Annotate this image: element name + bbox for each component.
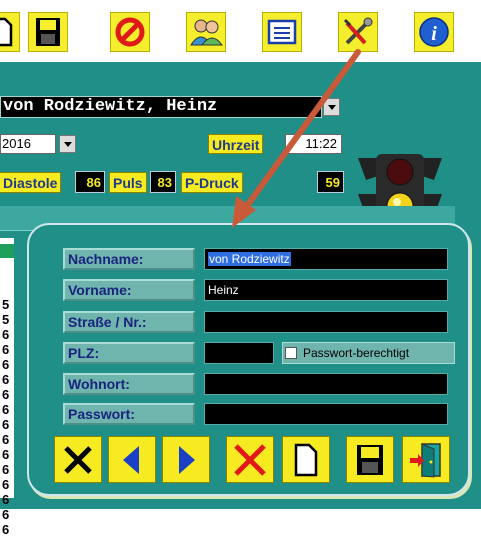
info-toolbar-button[interactable]: i: [414, 12, 454, 52]
list-row-digit: 6: [2, 357, 10, 372]
patients-toolbar-button[interactable]: [186, 12, 226, 52]
diastole-label: Diastole: [0, 172, 62, 193]
zip-label: PLZ:: [63, 342, 195, 364]
main-toolbar: i: [0, 0, 481, 62]
selection-bar: [0, 244, 14, 258]
zip-input[interactable]: [204, 342, 274, 364]
lastname-input-value: von Rodziewitz: [208, 252, 291, 266]
delete-icon: [234, 443, 266, 476]
patient-edit-dialog: Nachname: von Rodziewitz Vorname: Heinz Stra…: [27, 223, 470, 496]
cancel-toolbar-button[interactable]: [110, 12, 150, 52]
firstname-input[interactable]: Heinz: [204, 279, 448, 301]
list-row-digit: 6: [2, 462, 10, 477]
next-record-button[interactable]: [162, 436, 210, 483]
lastname-label: Nachname:: [63, 248, 195, 270]
document-icon: [0, 17, 13, 47]
firstname-label: Vorname:: [63, 279, 195, 301]
password-authorized-label: Passwort-berechtigt: [303, 346, 410, 360]
list-row-digit: 5: [2, 297, 10, 312]
list-row-digit: 6: [2, 417, 10, 432]
city-label: Wohnort:: [63, 373, 195, 395]
street-label: Straße / Nr.:: [63, 311, 195, 333]
delete-record-button[interactable]: [226, 436, 274, 483]
street-input[interactable]: [204, 311, 448, 333]
svg-text:i: i: [431, 23, 437, 45]
form-toolbar-button[interactable]: [262, 12, 302, 52]
time-label: Uhrzeit: [208, 134, 264, 154]
chevron-down-icon: [327, 104, 336, 110]
list-row-digit: 6: [2, 342, 10, 357]
close-icon: [64, 445, 92, 474]
list-row-digit: 6: [2, 522, 10, 537]
patient-name-value: von Rodziewitz, Heinz: [3, 97, 218, 116]
time-value[interactable]: 11:22: [285, 134, 342, 154]
date-dropdown-button[interactable]: [59, 135, 76, 153]
close-button[interactable]: [54, 436, 102, 483]
pdruck-value[interactable]: 59: [317, 171, 344, 193]
list-row-digit: 5: [2, 312, 10, 327]
left-list-column: 5566666666666666: [0, 238, 14, 536]
list-row-digit: 6: [2, 507, 10, 522]
list-row-digit: 6: [2, 492, 10, 507]
list-row-digit: 6: [2, 447, 10, 462]
new-document-icon: [294, 443, 318, 476]
people-icon: [190, 19, 223, 46]
settings-toolbar-button[interactable]: [338, 12, 378, 52]
firstname-input-value: Heinz: [208, 283, 239, 297]
save-icon: [36, 18, 60, 46]
password-label: Passwort:: [63, 403, 195, 425]
puls-label: Puls: [109, 172, 147, 193]
lastname-input[interactable]: von Rodziewitz: [204, 248, 448, 270]
exit-button[interactable]: [402, 436, 450, 483]
date-combobox[interactable]: 2016: [0, 134, 56, 154]
list-row-digit: 6: [2, 372, 10, 387]
diastole-value[interactable]: 86: [75, 171, 105, 193]
list-row-digit: 6: [2, 327, 10, 342]
puls-value[interactable]: 83: [150, 171, 176, 193]
save-toolbar-button[interactable]: [28, 12, 68, 52]
list-row-digit: 6: [2, 387, 10, 402]
password-authorized-checkbox[interactable]: [285, 347, 297, 359]
list-row-digit: 6: [2, 402, 10, 417]
list-row-digit: 6: [2, 477, 10, 492]
patient-name-combobox[interactable]: von Rodziewitz, Heinz: [0, 96, 322, 118]
patient-name-dropdown-button[interactable]: [323, 98, 340, 116]
date-value: 2016: [2, 136, 31, 151]
new-record-button[interactable]: [282, 436, 330, 483]
new-document-button[interactable]: [0, 12, 20, 52]
info-icon: i: [419, 17, 449, 47]
save-record-button[interactable]: [346, 436, 394, 483]
exit-door-icon: [410, 442, 441, 478]
previous-record-button[interactable]: [108, 436, 156, 483]
no-entry-icon: [115, 17, 145, 47]
next-icon: [179, 445, 195, 474]
password-input[interactable]: [204, 403, 448, 425]
list-row-digit: 6: [2, 432, 10, 447]
save-icon: [357, 444, 383, 475]
password-authorized-option[interactable]: Passwort-berechtigt: [282, 342, 455, 364]
form-list-icon: [267, 19, 297, 45]
chevron-down-icon: [63, 141, 72, 147]
tools-icon: [343, 17, 373, 45]
city-input[interactable]: [204, 373, 448, 395]
pdruck-label: P-Druck: [181, 172, 243, 193]
previous-icon: [123, 445, 139, 474]
